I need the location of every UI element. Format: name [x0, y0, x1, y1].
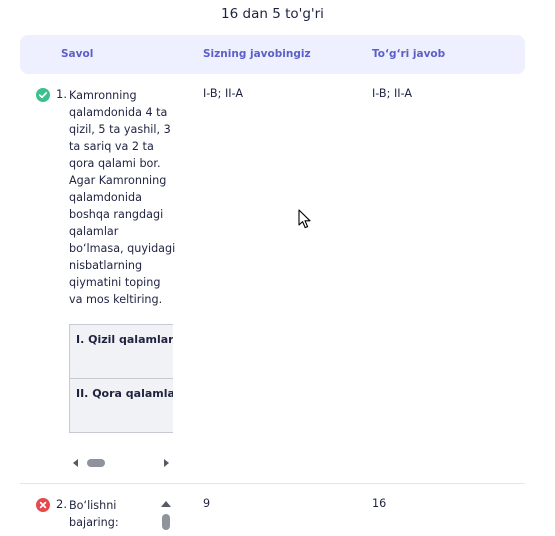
question-number: 2.	[56, 497, 67, 511]
check-circle-icon	[36, 88, 50, 102]
correct-answer: I-B; II-A	[372, 87, 412, 100]
mouse-cursor-icon	[298, 209, 311, 229]
results-table-header: Savol Sizning javobingiz To‘g‘ri javob	[20, 35, 525, 74]
scrollbar-thumb[interactable]	[87, 459, 105, 467]
vertical-scrollbar[interactable]	[159, 498, 173, 536]
your-answer: I-B; II-A	[203, 87, 243, 100]
scroll-up-icon[interactable]	[161, 501, 171, 507]
horizontal-scrollbar[interactable]	[69, 456, 173, 470]
question-text: Kamronning qalamdonida 4 ta qizil, 5 ta …	[69, 89, 176, 306]
column-header-correct-answer: To‘g‘ri javob	[372, 48, 446, 60]
scroll-right-icon[interactable]	[164, 459, 169, 467]
matching-item: II. Qora qalamlar	[70, 379, 173, 432]
scroll-left-icon[interactable]	[73, 459, 78, 467]
column-header-your-answer: Sizning javobingiz	[203, 48, 311, 60]
row-divider	[20, 483, 525, 484]
matching-item: I. Qizil qalamlar	[70, 325, 173, 379]
question-number: 1.	[56, 87, 67, 101]
correct-answer: 16	[372, 497, 387, 510]
your-answer: 9	[203, 497, 211, 510]
column-header-question: Savol	[61, 48, 94, 60]
scrollbar-thumb[interactable]	[162, 514, 170, 530]
score-summary: 16 dan 5 to'g'ri	[221, 6, 324, 22]
x-circle-icon	[36, 498, 50, 512]
question-matching-table: I. Qizil qalamlar II. Qora qalamlar	[69, 324, 173, 433]
question-text: Bo‘lishni bajaring:	[69, 499, 119, 529]
